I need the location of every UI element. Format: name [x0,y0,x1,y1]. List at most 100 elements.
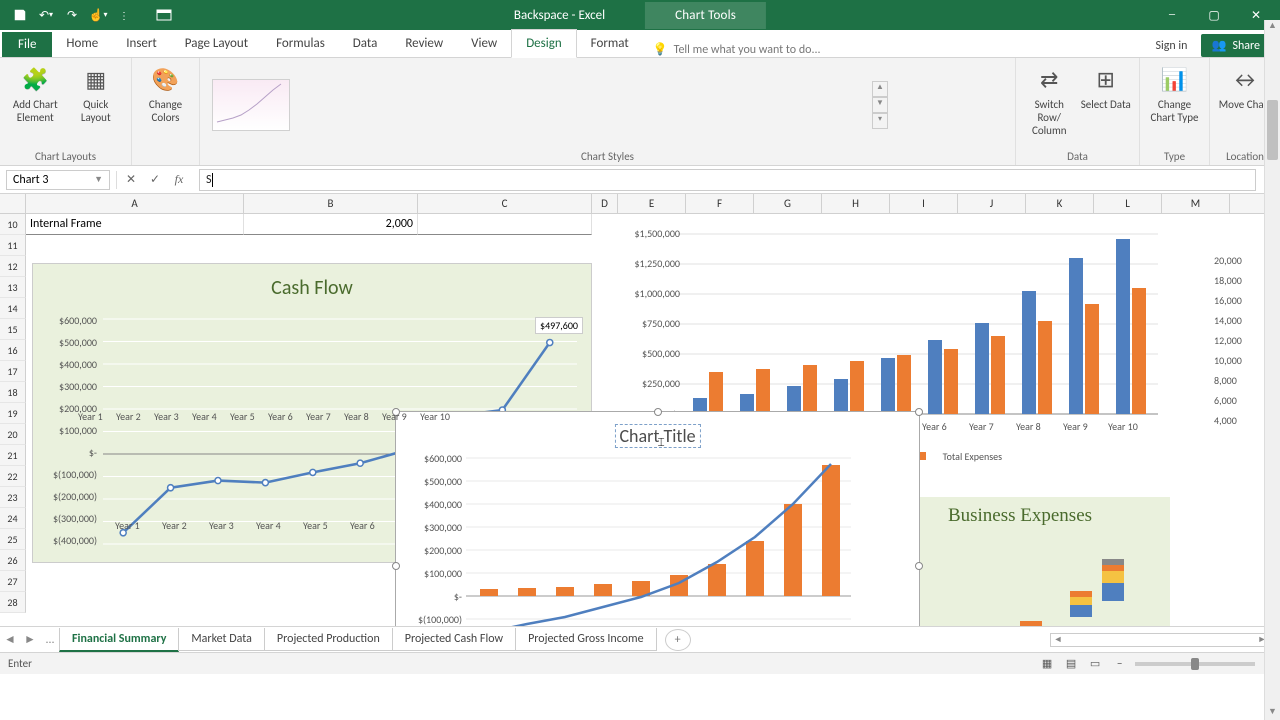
tab-view[interactable]: View [457,30,511,57]
row-header[interactable]: 24 [0,508,26,529]
row-header[interactable]: 25 [0,529,26,550]
fx-icon[interactable]: fx [167,169,191,191]
cell-C10[interactable] [418,214,592,235]
ribbon-display-options-icon[interactable] [144,0,184,30]
change-chart-type-button[interactable]: 📊Change Chart Type [1148,62,1201,124]
chart-style-thumb[interactable] [212,79,290,131]
tab-data[interactable]: Data [339,30,392,57]
row-header[interactable]: 14 [0,298,26,319]
scroll-down-icon[interactable]: ▼ [1265,706,1280,720]
new-sheet-button[interactable]: + [665,629,691,651]
col-G[interactable]: G [754,194,822,213]
tab-design[interactable]: Design [511,29,576,58]
horizontal-scrollbar[interactable]: ◄ ► [1050,633,1270,647]
row-header[interactable]: 17 [0,361,26,382]
tab-home[interactable]: Home [52,30,112,57]
tab-formulas[interactable]: Formulas [262,30,339,57]
row-header[interactable]: 23 [0,487,26,508]
row-header[interactable]: 18 [0,382,26,403]
sign-in-link[interactable]: Sign in [1155,39,1187,53]
tab-insert[interactable]: Insert [112,30,171,57]
col-M[interactable]: M [1162,194,1230,213]
resize-handle[interactable] [915,408,923,416]
col-H[interactable]: H [822,194,890,213]
col-K[interactable]: K [1026,194,1094,213]
row-header[interactable]: 21 [0,445,26,466]
scroll-thumb[interactable] [1267,100,1278,160]
col-B[interactable]: B [244,194,418,213]
normal-view-icon[interactable]: ▦ [1037,656,1057,672]
row-header[interactable]: 26 [0,550,26,571]
col-L[interactable]: L [1094,194,1162,213]
tab-format[interactable]: Format [577,30,643,57]
gallery-down-icon[interactable]: ▼ [872,97,888,113]
row-header[interactable]: 12 [0,256,26,277]
row-header[interactable]: 10 [0,214,26,235]
select-all-corner[interactable] [0,194,26,213]
row-header[interactable]: 22 [0,466,26,487]
col-I[interactable]: I [890,194,958,213]
selected-combo-chart[interactable]: Chart Title ⌶ $600,000 $500,000 $400,000… [395,411,920,626]
sheet-tab-financial-summary[interactable]: Financial Summary [59,628,179,652]
page-layout-view-icon[interactable]: ▤ [1061,656,1081,672]
maximize-icon[interactable]: ▢ [1194,0,1234,30]
row-header[interactable]: 15 [0,319,26,340]
name-box[interactable]: Chart 3▼ [6,170,110,190]
page-break-view-icon[interactable]: ▭ [1085,656,1105,672]
zoom-slider[interactable] [1135,662,1255,666]
tell-me-box[interactable]: 💡 Tell me what you want to do... [653,42,821,57]
worksheet-grid[interactable]: A B C D E F G H I J K L M /* placeholder… [0,194,1280,626]
sheet-tab-projected-gross-income[interactable]: Projected Gross Income [515,628,657,651]
zoom-knob[interactable] [1191,658,1199,670]
chevron-down-icon[interactable]: ▼ [94,174,103,185]
col-A[interactable]: A [26,194,244,213]
sheet-tab-market-data[interactable]: Market Data [178,628,265,651]
row-header[interactable]: 13 [0,277,26,298]
add-chart-element-button[interactable]: 🧩Add Chart Element [8,62,63,124]
hscroll-left-icon[interactable]: ◄ [1051,634,1065,645]
formula-input[interactable]: S [199,169,1256,191]
resize-handle[interactable] [654,408,662,416]
tab-nav-prev-icon[interactable]: ◄ [0,632,20,647]
col-C[interactable]: C [418,194,592,213]
row-header[interactable]: 27 [0,571,26,592]
accept-formula-icon[interactable]: ✓ [143,169,167,191]
col-D[interactable]: D [592,194,618,213]
gallery-more-icon[interactable]: ▾ [872,113,888,129]
redo-icon[interactable]: ↷ [60,3,84,27]
chart-styles-gallery[interactable]: ▲ ▼ ▾ [208,62,888,148]
sheet-tab-projected-cash-flow[interactable]: Projected Cash Flow [392,628,516,651]
scroll-up-icon[interactable]: ▲ [1265,20,1280,34]
quick-layout-button[interactable]: ▦Quick Layout [69,62,124,124]
cell-A10[interactable]: Internal Frame [26,214,244,235]
qat-customize-icon[interactable]: ⋮ [112,3,136,27]
file-tab[interactable]: File [2,32,52,57]
vertical-scrollbar[interactable]: ▲ ▼ [1264,20,1280,720]
change-colors-button[interactable]: 🎨Change Colors [140,62,191,124]
col-J[interactable]: J [958,194,1026,213]
row-header[interactable]: 11 [0,235,26,256]
sheet-tab-projected-production[interactable]: Projected Production [264,628,393,651]
tab-nav-more-icon[interactable]: … [40,633,60,647]
share-button[interactable]: 👥Share [1201,34,1270,57]
row-header[interactable]: 16 [0,340,26,361]
row-header[interactable]: 28 [0,592,26,613]
tab-page-layout[interactable]: Page Layout [171,30,262,57]
save-icon[interactable] [8,3,32,27]
cell-B10[interactable]: 2,000 [244,214,418,235]
col-E[interactable]: E [618,194,686,213]
switch-row-column-button[interactable]: ⇄Switch Row/ Column [1024,62,1075,138]
col-F[interactable]: F [686,194,754,213]
tab-review[interactable]: Review [391,30,457,57]
select-data-button[interactable]: ⊞Select Data [1081,62,1132,111]
row-header[interactable]: 20 [0,424,26,445]
gallery-up-icon[interactable]: ▲ [872,81,888,97]
tab-nav-next-icon[interactable]: ► [20,632,40,647]
minimize-icon[interactable]: ─ [1152,0,1192,30]
undo-icon[interactable]: ↶▾ [34,3,58,27]
touch-mode-icon[interactable]: ☝▾ [86,3,110,27]
grid-body[interactable]: /* placeholder */ 1011121314151617181920… [0,214,1280,626]
cancel-formula-icon[interactable]: ✕ [119,169,143,191]
resize-handle[interactable] [915,562,923,570]
row-header[interactable]: 19 [0,403,26,424]
